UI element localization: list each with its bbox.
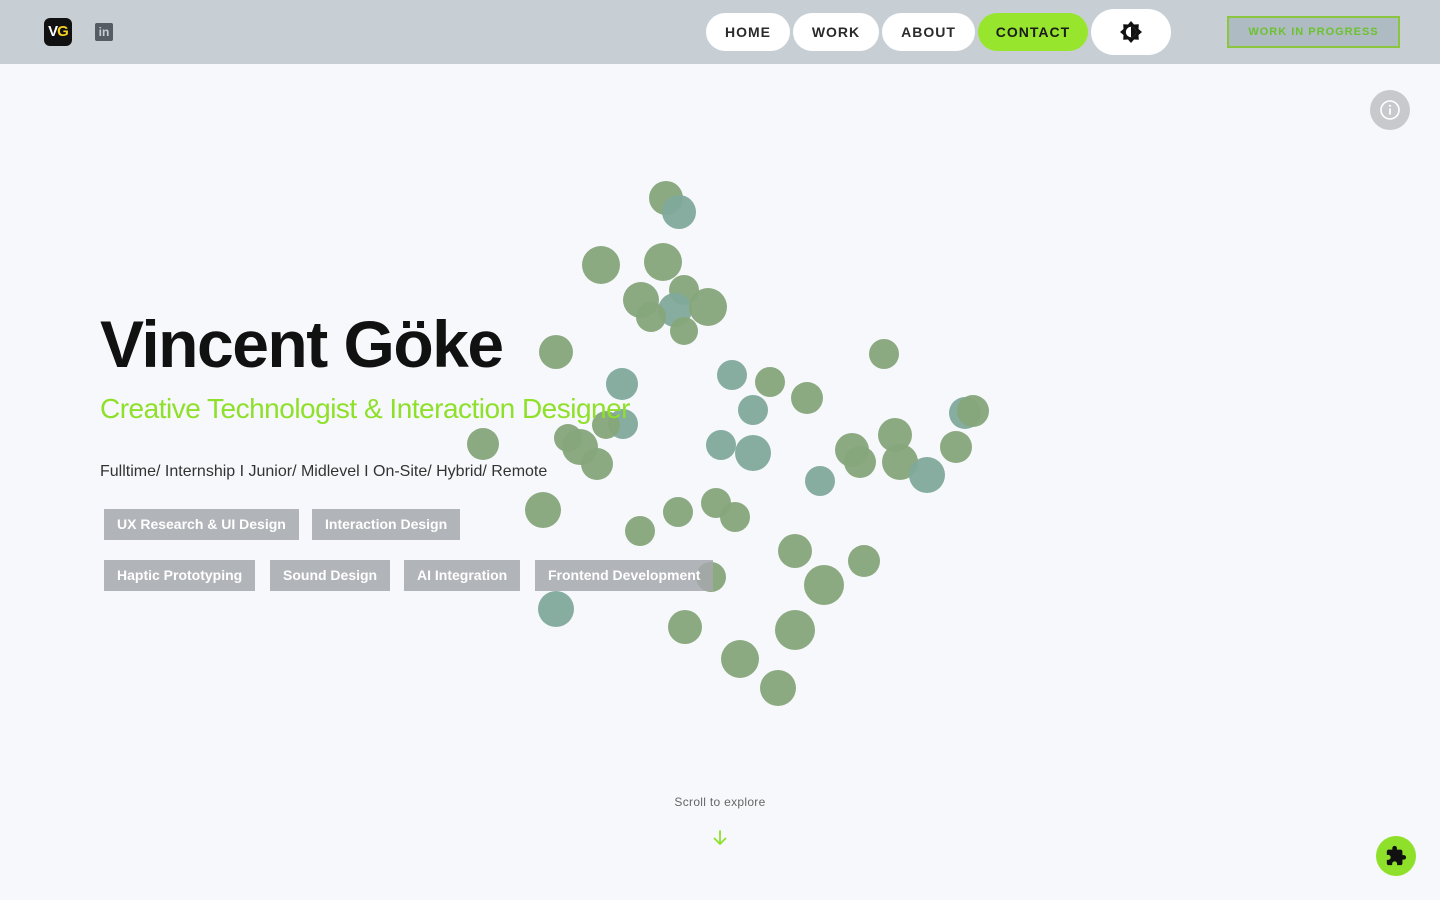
- particle-dot: [848, 545, 880, 577]
- particle-dot: [625, 516, 655, 546]
- particle-dot: [735, 435, 771, 471]
- linkedin-icon[interactable]: in: [95, 23, 113, 41]
- particle-dot: [668, 610, 702, 644]
- particle-dot: [670, 317, 698, 345]
- skill-tag: AI Integration: [404, 560, 521, 591]
- puzzle-button[interactable]: [1376, 836, 1416, 876]
- brightness-icon: [1120, 21, 1142, 43]
- nav-contact-button[interactable]: CONTACT: [978, 13, 1088, 51]
- work-in-progress-badge: WORK IN PROGRESS: [1227, 16, 1400, 48]
- particle-dot: [778, 534, 812, 568]
- particle-dot: [539, 335, 573, 369]
- particle-dot: [760, 670, 796, 706]
- particle-dot: [775, 610, 815, 650]
- skill-tag: Sound Design: [270, 560, 391, 591]
- hero-name: Vincent Göke: [100, 307, 504, 381]
- skill-tag: Interaction Design: [312, 509, 461, 540]
- nav-work-button[interactable]: WORK: [793, 13, 879, 51]
- employment-types: Fulltime/ Internship I Junior/ Midlevel …: [100, 463, 548, 480]
- skill-tag: UX Research & UI Design: [104, 509, 299, 540]
- particle-dot: [720, 502, 750, 532]
- particle-dot: [940, 431, 972, 463]
- particle-dot: [869, 339, 899, 369]
- header-bar: VG in HOME WORK ABOUT CONTACT WORK IN PR…: [0, 0, 1440, 64]
- particle-dot: [721, 640, 759, 678]
- logo-letter-v: V: [48, 23, 58, 40]
- particle-dot: [525, 492, 561, 528]
- theme-toggle-button[interactable]: [1091, 9, 1171, 55]
- info-icon: [1380, 100, 1400, 120]
- particle-dot: [663, 497, 693, 527]
- skill-tag: Frontend Development: [535, 560, 714, 591]
- particle-dot: [755, 367, 785, 397]
- particle-dot: [844, 446, 876, 478]
- scroll-hint: Scroll to explore: [674, 795, 766, 809]
- particle-dot: [805, 466, 835, 496]
- particle-dot: [582, 246, 620, 284]
- particle-dot: [644, 243, 682, 281]
- arrow-down-icon[interactable]: [710, 828, 730, 848]
- particle-dot: [581, 448, 613, 480]
- nav-home-button[interactable]: HOME: [706, 13, 790, 51]
- particle-dot: [467, 428, 499, 460]
- particle-dot: [538, 591, 574, 627]
- particle-dot: [804, 565, 844, 605]
- particle-dot: [791, 382, 823, 414]
- particle-dot: [689, 288, 727, 326]
- particle-dot: [717, 360, 747, 390]
- logo-letter-g: G: [57, 23, 69, 40]
- particle-dot: [662, 195, 696, 229]
- particle-dot: [738, 395, 768, 425]
- info-button[interactable]: [1370, 90, 1410, 130]
- hero-role: Creative Technologist & Interaction Desi…: [100, 393, 631, 424]
- particle-dot: [636, 302, 666, 332]
- nav-about-button[interactable]: ABOUT: [882, 13, 975, 51]
- particle-dot: [909, 457, 945, 493]
- puzzle-icon: [1386, 845, 1407, 866]
- particle-animation: [467, 181, 989, 706]
- particle-dot: [957, 395, 989, 427]
- vg-logo-icon[interactable]: VG: [44, 18, 72, 46]
- particle-dot: [706, 430, 736, 460]
- skill-tag: Haptic Prototyping: [104, 560, 256, 591]
